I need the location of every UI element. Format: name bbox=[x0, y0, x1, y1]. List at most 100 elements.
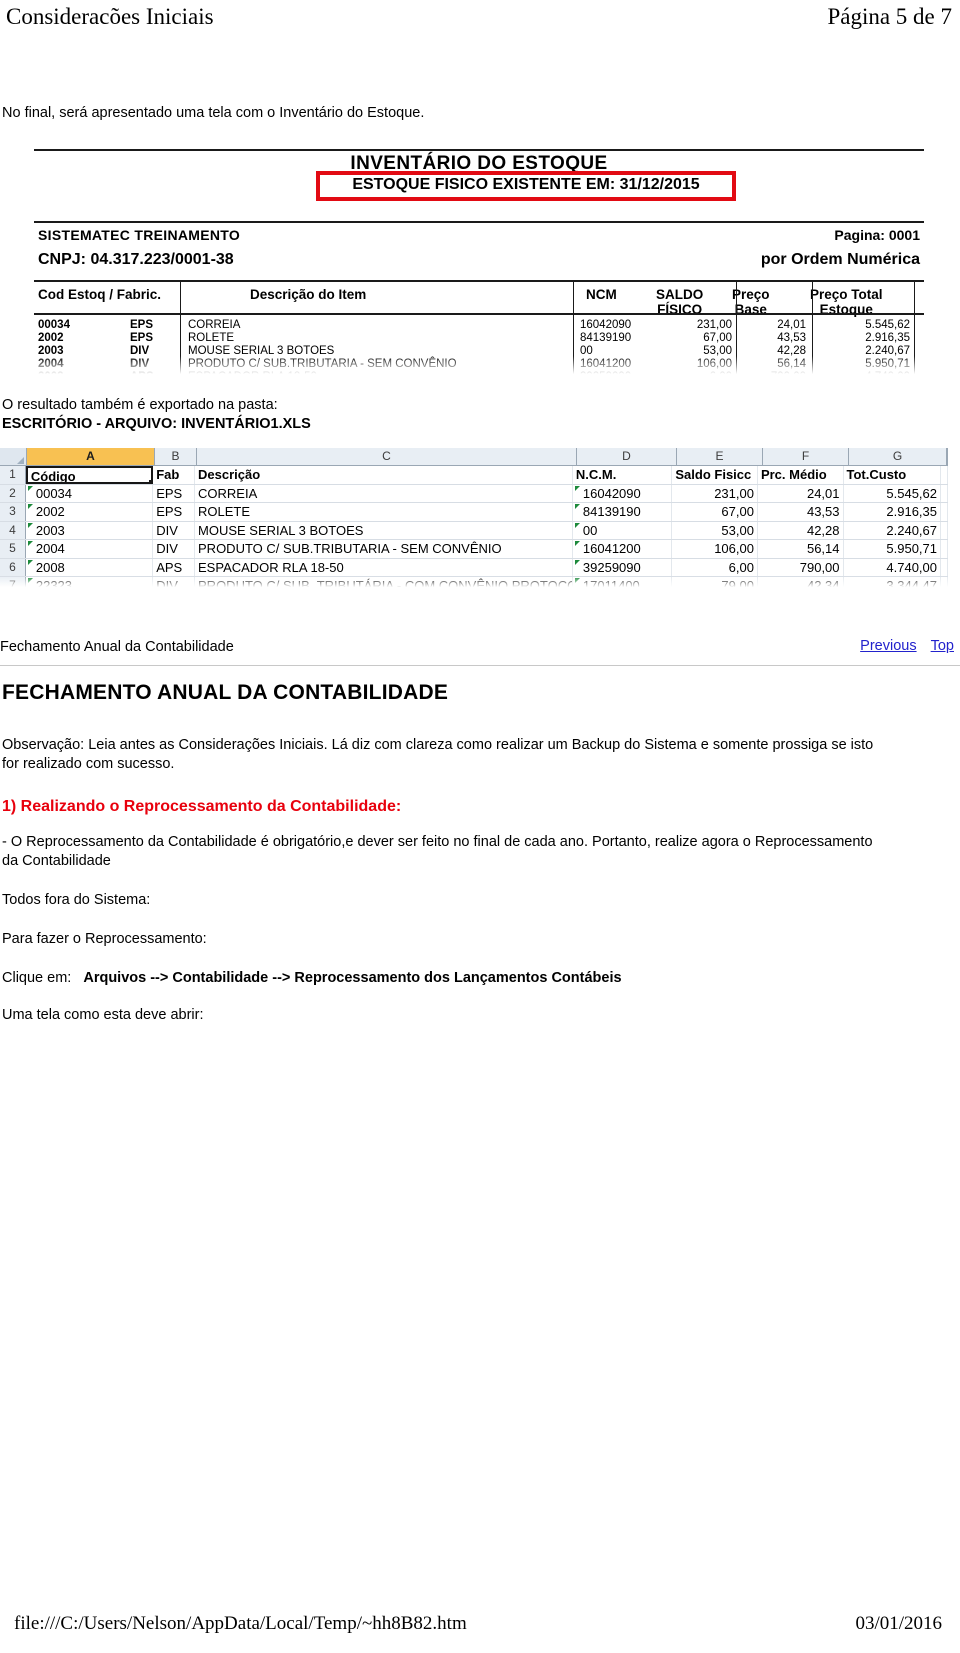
excel-cell-f3[interactable]: 43,53 bbox=[758, 503, 844, 521]
section-breadcrumb-row: Fechamento Anual da Contabilidade Previo… bbox=[0, 638, 960, 659]
excel-row-4: 4 2003 DIV MOUSE SERIAL 3 BOTOES 00 53,0… bbox=[0, 521, 948, 540]
report-cell-total: 2.916,35 bbox=[865, 332, 910, 344]
excel-cell-b2[interactable]: EPS bbox=[153, 484, 196, 502]
excel-cell-b6[interactable]: APS bbox=[153, 558, 196, 576]
excel-row-number[interactable]: 6 bbox=[0, 558, 26, 576]
excel-cell-g6[interactable]: 4.740,00 bbox=[844, 558, 941, 576]
previous-link[interactable]: Previous bbox=[860, 638, 916, 654]
excel-cell-d1[interactable]: N.C.M. bbox=[573, 466, 673, 484]
report-cell-saldo: 231,00 bbox=[696, 319, 732, 331]
excel-cell-g4[interactable]: 2.240,67 bbox=[844, 521, 941, 539]
excel-cell-h3[interactable] bbox=[941, 503, 948, 521]
report-cell-desc: CORREIA bbox=[188, 319, 241, 331]
excel-cell-h1[interactable] bbox=[941, 466, 948, 484]
excel-row-number[interactable]: 5 bbox=[0, 540, 26, 558]
report-cell-desc: ROLETE bbox=[188, 332, 235, 344]
excel-select-all-corner[interactable] bbox=[0, 448, 27, 465]
report-page-number: Pagina: 0001 bbox=[834, 227, 920, 243]
excel-row-3: 3 2002 EPS ROLETE 84139190 67,00 43,53 2… bbox=[0, 503, 948, 522]
excel-cell-e3[interactable]: 67,00 bbox=[672, 503, 758, 521]
excel-cell-d5[interactable]: 16041200 bbox=[573, 540, 673, 558]
excel-cell-h4[interactable] bbox=[941, 521, 948, 539]
excel-cell-g1[interactable]: Tot.Custo bbox=[844, 466, 941, 484]
excel-row-number[interactable]: 4 bbox=[0, 521, 26, 539]
excel-cell-a6[interactable]: 2008 bbox=[26, 558, 154, 576]
excel-cell-g5[interactable]: 5.950,71 bbox=[844, 540, 941, 558]
excel-cell-h6[interactable] bbox=[941, 558, 948, 576]
excel-column-header-c[interactable]: C bbox=[197, 448, 577, 465]
excel-cell-d4[interactable]: 00 bbox=[573, 521, 673, 539]
excel-column-header-d[interactable]: D bbox=[577, 448, 677, 465]
excel-column-header-overflow bbox=[947, 448, 948, 465]
excel-row-number[interactable]: 1 bbox=[0, 466, 26, 484]
excel-cell-a3[interactable]: 2002 bbox=[26, 503, 154, 521]
report-cell-fab: EPS bbox=[130, 319, 154, 331]
excel-cell-f4[interactable]: 42,28 bbox=[758, 521, 844, 539]
excel-column-header-e[interactable]: E bbox=[677, 448, 763, 465]
excel-cell-e1[interactable]: Saldo Fisicc bbox=[672, 466, 758, 484]
all-out-note: Todos fora do Sistema: bbox=[2, 892, 151, 908]
breadcrumb: Fechamento Anual da Contabilidade bbox=[0, 639, 234, 655]
excel-cell-f1[interactable]: Prc. Médio bbox=[758, 466, 844, 484]
intro-paragraph: No final, será apresentado uma tela com … bbox=[2, 105, 425, 121]
report-cell-preco: 43,53 bbox=[777, 332, 806, 344]
click-label: Clique em: bbox=[2, 970, 72, 986]
footer-file-path: file:///C:/Users/Nelson/AppData/Local/Te… bbox=[14, 1613, 467, 1634]
excel-cell-d2[interactable]: 16042090 bbox=[573, 484, 673, 502]
report-cell-ncm: 16042090 bbox=[580, 319, 632, 331]
excel-cell-b1[interactable]: Fab bbox=[153, 466, 195, 484]
excel-cell-c3[interactable]: ROLETE bbox=[195, 503, 573, 521]
excel-cell-e6[interactable]: 6,00 bbox=[672, 558, 758, 576]
excel-column-header-a[interactable]: A bbox=[27, 448, 155, 465]
excel-cell-f6[interactable]: 790,00 bbox=[758, 558, 844, 576]
excel-cell-c6[interactable]: ESPACADOR RLA 18-50 bbox=[195, 558, 573, 576]
excel-cell-h5[interactable] bbox=[941, 540, 948, 558]
excel-column-header-g[interactable]: G bbox=[849, 448, 947, 465]
report-rule-top bbox=[34, 149, 924, 151]
excel-row-2: 2 00034 EPS CORREIA 16042090 231,00 24,0… bbox=[0, 484, 948, 503]
excel-cell-a4[interactable]: 2003 bbox=[26, 521, 154, 539]
excel-cell-c2[interactable]: CORREIA bbox=[195, 484, 573, 502]
excel-cell-b5[interactable]: DIV bbox=[153, 540, 196, 558]
top-link[interactable]: Top bbox=[931, 638, 954, 654]
excel-cell-f2[interactable]: 24,01 bbox=[758, 484, 844, 502]
excel-cell-a2[interactable]: 00034 bbox=[26, 484, 154, 502]
excel-cell-a1[interactable]: Código bbox=[25, 466, 154, 484]
excel-cell-c4[interactable]: MOUSE SERIAL 3 BOTOES bbox=[195, 521, 573, 539]
excel-cell-h2[interactable] bbox=[941, 484, 948, 502]
page-number-label: Página 5 de 7 bbox=[827, 4, 952, 29]
report-col-cod: Cod Estoq / Fabric. bbox=[38, 287, 162, 302]
report-rule-3 bbox=[34, 280, 924, 282]
click-path: Arquivos --> Contabilidade --> Reprocess… bbox=[83, 970, 622, 986]
excel-row-5: 5 2004 DIV PRODUTO C/ SUB.TRIBUTARIA - S… bbox=[0, 540, 948, 559]
excel-cell-b4[interactable]: DIV bbox=[153, 521, 196, 539]
excel-row-number[interactable]: 2 bbox=[0, 484, 26, 502]
report-cell-saldo: 67,00 bbox=[703, 332, 732, 344]
excel-cell-e2[interactable]: 231,00 bbox=[672, 484, 758, 502]
report-cnpj: CNPJ: 04.317.223/0001-38 bbox=[38, 251, 234, 268]
excel-cell-e5[interactable]: 106,00 bbox=[672, 540, 758, 558]
excel-cell-d6[interactable]: 39259090 bbox=[573, 558, 673, 576]
excel-cell-b3[interactable]: EPS bbox=[153, 503, 196, 521]
excel-cell-e4[interactable]: 53,00 bbox=[672, 521, 758, 539]
report-cell-fab: EPS bbox=[130, 332, 154, 344]
excel-cell-f5[interactable]: 56,14 bbox=[758, 540, 844, 558]
excel-cell-c5[interactable]: PRODUTO C/ SUB.TRIBUTARIA - SEM CONVÊNIO bbox=[195, 540, 573, 558]
excel-row-number[interactable]: 3 bbox=[0, 503, 26, 521]
excel-cell-a5[interactable]: 2004 bbox=[26, 540, 154, 558]
excel-cell-g2[interactable]: 5.545,62 bbox=[844, 484, 941, 502]
report-cell-cod: 2002 bbox=[38, 332, 64, 344]
excel-cell-d3[interactable]: 84139190 bbox=[573, 503, 673, 521]
report-col-desc: Descrição do Item bbox=[250, 287, 367, 302]
to-do-note: Para fazer o Reprocessamento: bbox=[2, 931, 207, 947]
page-footer: file:///C:/Users/Nelson/AppData/Local/Te… bbox=[0, 1611, 960, 1645]
excel-cell-c1[interactable]: Descrição bbox=[195, 466, 573, 484]
report-cell-preco: 24,01 bbox=[777, 319, 806, 331]
excel-column-header-f[interactable]: F bbox=[763, 448, 849, 465]
table-row: 00034 EPS CORREIA 16042090 231,00 24,01 … bbox=[20, 319, 938, 332]
page-title: FECHAMENTO ANUAL DA CONTABILIDADE bbox=[2, 681, 449, 704]
excel-column-header-b[interactable]: B bbox=[155, 448, 197, 465]
table-row: 2002 EPS ROLETE 84139190 67,00 43,53 2.9… bbox=[20, 332, 938, 345]
nav-links: Previous Top bbox=[850, 638, 954, 654]
excel-cell-g3[interactable]: 2.916,35 bbox=[844, 503, 941, 521]
